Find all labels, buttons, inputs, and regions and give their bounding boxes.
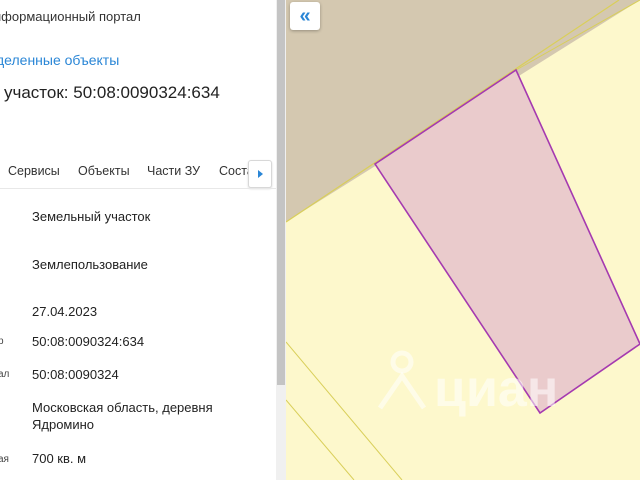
- info-panel: нформационный портал деленные объекты уч…: [0, 0, 276, 480]
- date-value: 27.04.2023: [32, 304, 98, 319]
- caret-right-icon: [257, 170, 263, 178]
- collapse-panel-button[interactable]: «: [290, 2, 320, 30]
- parcel-heading: участок: 50:08:0090324:634: [4, 83, 220, 102]
- cadastral-quarter-value: 50:08:0090324: [32, 367, 119, 382]
- map-view[interactable]: [286, 0, 640, 480]
- object-type-value: Земельный участок: [32, 209, 151, 224]
- address-value: Московская область, деревня Ядромино: [32, 400, 213, 432]
- panel-scrollbar[interactable]: [276, 0, 286, 480]
- cadastral-number-value: 50:08:0090324:634: [32, 334, 145, 349]
- cadastral-number-label: р: [0, 336, 4, 347]
- tabs-bar: Сервисы Объекты Части ЗУ Соста: [0, 164, 276, 186]
- selected-objects-link[interactable]: деленные объекты: [0, 52, 119, 68]
- cadastral-quarter-label: ал: [0, 369, 10, 380]
- tabs-scroll-right-button[interactable]: [248, 160, 272, 188]
- scrollbar-thumb[interactable]: [277, 0, 285, 385]
- map-canvas: [286, 0, 640, 480]
- area-label: ая: [0, 454, 9, 465]
- tab-parts[interactable]: Части ЗУ: [147, 164, 200, 178]
- portal-title: нформационный портал: [0, 9, 141, 24]
- tabs-divider: [0, 188, 276, 189]
- tab-objects[interactable]: Объекты: [78, 164, 130, 178]
- tab-services[interactable]: Сервисы: [8, 164, 60, 178]
- area-value: 700 кв. м: [32, 451, 87, 466]
- object-subtype-value: Землепользование: [32, 257, 148, 272]
- double-chevron-left-icon: «: [299, 4, 311, 27]
